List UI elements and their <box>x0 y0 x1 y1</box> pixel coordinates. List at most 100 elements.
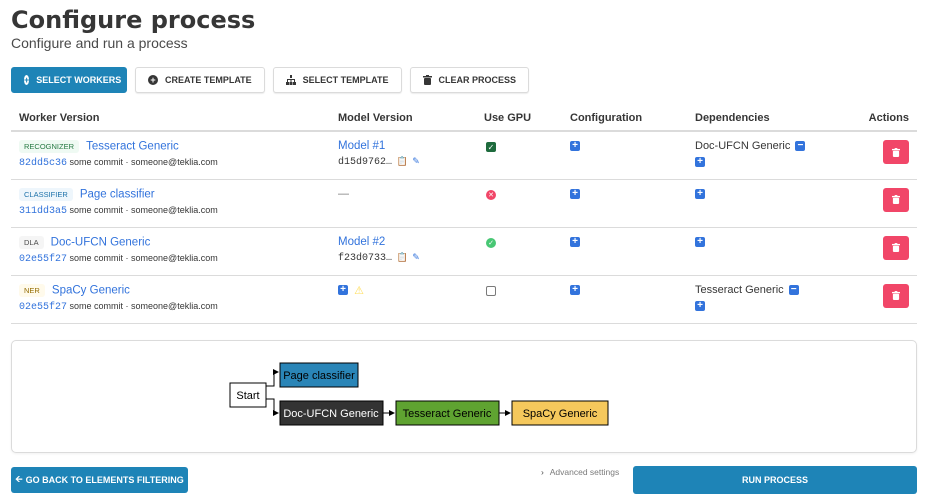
model-cell: — <box>330 179 476 228</box>
graph-node-tesseract: Tesseract Generic <box>395 400 500 426</box>
clear-process-button[interactable]: CLEAR PROCESS <box>409 67 530 93</box>
chevron-right-icon: › <box>541 467 544 477</box>
model-cell: + ⚠ <box>330 275 476 324</box>
graph-node-spacy: SpaCy Generic <box>511 400 609 426</box>
pencil-icon[interactable]: ✎ <box>412 252 420 263</box>
model-cell: Model #2 f23d0733… 📋 ✎ <box>330 227 476 276</box>
add-configuration-button[interactable]: + <box>570 188 580 199</box>
graph-node-label: Page classifier <box>283 370 355 382</box>
worker-cell: RECOGNIZER Tesseract Generic 82dd5c36 so… <box>11 131 330 180</box>
gpu-ok-icon: ✓ <box>486 237 496 248</box>
add-configuration-button[interactable]: + <box>570 284 580 295</box>
clipboard-icon[interactable]: 📋 <box>397 252 408 263</box>
model-name-link[interactable]: Model #2 <box>338 236 385 248</box>
worker-name-link[interactable]: Doc-UFCN Generic <box>51 236 151 248</box>
worker-hash-link[interactable]: 02e55f27 <box>19 254 67 265</box>
trash-icon <box>892 243 900 252</box>
advanced-settings-label: Advanced settings <box>549 467 620 477</box>
table-row: RECOGNIZER Tesseract Generic 82dd5c36 so… <box>11 131 917 180</box>
arrow-left-icon: 🡨 <box>15 474 23 484</box>
select-workers-label: SELECT WORKERS <box>36 75 122 85</box>
process-graph-svg: Start Page classifier Doc-UFCN Generic T… <box>229 362 609 426</box>
actions-cell <box>847 179 917 228</box>
select-template-label: SELECT TEMPLATE <box>302 75 389 85</box>
clipboard-icon[interactable]: 📋 <box>397 156 408 167</box>
advanced-settings-toggle[interactable]: › Advanced settings <box>541 467 619 477</box>
sitemap-icon <box>285 75 296 85</box>
page-subtitle: Configure and run a process <box>11 35 188 51</box>
process-graph: Start Page classifier Doc-UFCN Generic T… <box>11 340 917 453</box>
create-template-label: CREATE TEMPLATE <box>165 75 252 85</box>
header-dependencies: Dependencies <box>687 105 847 132</box>
warning-icon: ⚠ <box>354 284 364 297</box>
trash-icon <box>892 195 900 204</box>
trash-icon <box>422 75 432 85</box>
add-dependency-button[interactable]: + <box>695 300 705 311</box>
worker-name-link[interactable]: Page classifier <box>80 188 155 200</box>
run-process-label: RUN PROCESS <box>741 475 808 485</box>
select-template-button[interactable]: SELECT TEMPLATE <box>272 67 402 93</box>
trash-icon <box>892 291 900 300</box>
worker-name-link[interactable]: Tesseract Generic <box>86 141 179 153</box>
actions-cell <box>847 131 917 180</box>
gpu-checkbox-unchecked[interactable] <box>486 285 496 296</box>
add-model-button[interactable]: + <box>338 285 348 295</box>
clear-process-label: CLEAR PROCESS <box>438 75 517 85</box>
dependency-name: Doc-UFCN Generic <box>695 140 791 153</box>
configuration-cell: + <box>562 227 687 276</box>
worker-cell: DLA Doc-UFCN Generic 02e55f27 some commi… <box>11 227 330 276</box>
delete-worker-button[interactable] <box>883 235 909 260</box>
remove-dependency-button[interactable]: − <box>788 284 799 295</box>
configuration-cell: + <box>562 275 687 324</box>
actions-cell <box>847 227 917 276</box>
delete-worker-button[interactable] <box>883 283 909 308</box>
model-name-link[interactable]: Model #1 <box>338 140 385 152</box>
worker-hash-link[interactable]: 02e55f27 <box>19 302 67 313</box>
run-process-button[interactable]: RUN PROCESS <box>633 466 917 494</box>
graph-node-label: SpaCy Generic <box>523 408 598 420</box>
worker-cell: CLASSIFIER Page classifier 311dd3a5 some… <box>11 179 330 228</box>
header-actions: Actions <box>847 105 917 132</box>
table-row: NER SpaCy Generic 02e55f27 some commit ·… <box>11 275 917 324</box>
model-cell: Model #1 d15d9762… 📋 ✎ <box>330 131 476 180</box>
worker-hash-link[interactable]: 82dd5c36 <box>19 158 67 169</box>
graph-node-label: Tesseract Generic <box>403 408 492 420</box>
worker-type-tag: NER <box>19 283 45 297</box>
graph-edge <box>266 369 279 387</box>
header-worker-version: Worker Version <box>11 105 330 132</box>
header-configuration: Configuration <box>562 105 687 132</box>
add-dependency-button[interactable]: + <box>695 188 705 199</box>
gpu-checkbox-checked[interactable]: ✓ <box>486 142 496 152</box>
table-row: CLASSIFIER Page classifier 311dd3a5 some… <box>11 179 917 228</box>
graph-node-doc-ufcn: Doc-UFCN Generic <box>279 400 384 426</box>
add-configuration-button[interactable]: + <box>570 236 580 247</box>
add-dependency-button[interactable]: + <box>695 236 705 247</box>
add-configuration-button[interactable]: + <box>570 141 580 152</box>
select-workers-button[interactable]: + SELECT WORKERS <box>11 67 127 93</box>
back-to-filtering-button[interactable]: 🡨 GO BACK TO ELEMENTS FILTERING <box>11 467 188 493</box>
dependencies-cell: Doc-UFCN Generic − + <box>687 131 847 180</box>
header-model-version: Model Version <box>330 105 476 132</box>
actions-cell <box>847 275 917 324</box>
graph-node-label: Start <box>236 390 259 402</box>
delete-worker-button[interactable] <box>883 187 909 212</box>
worker-cell: NER SpaCy Generic 02e55f27 some commit ·… <box>11 275 330 324</box>
add-dependency-button[interactable]: + <box>695 157 705 168</box>
dependency-name: Tesseract Generic <box>695 283 784 296</box>
worker-hash-link[interactable]: 311dd3a5 <box>19 206 67 217</box>
worker-type-tag: RECOGNIZER <box>19 140 80 153</box>
table-header-row: Worker Version Model Version Use GPU Con… <box>11 105 917 132</box>
back-to-filtering-label: GO BACK TO ELEMENTS FILTERING <box>25 475 184 485</box>
worker-name-link[interactable]: SpaCy Generic <box>52 284 130 296</box>
configuration-cell: + <box>562 179 687 228</box>
gpu-cell: ✕ <box>476 179 562 228</box>
toolbar: + SELECT WORKERS + CREATE TEMPLATE SELEC… <box>11 67 530 93</box>
remove-dependency-button[interactable]: − <box>795 141 806 152</box>
header-use-gpu: Use GPU <box>476 105 562 132</box>
plus-circle-icon: + <box>148 75 158 85</box>
delete-worker-button[interactable] <box>883 140 909 164</box>
worker-type-tag: DLA <box>19 235 44 249</box>
pencil-icon[interactable]: ✎ <box>412 156 420 167</box>
gpu-cell: ✓ <box>476 227 562 276</box>
create-template-button[interactable]: + CREATE TEMPLATE <box>135 67 265 93</box>
